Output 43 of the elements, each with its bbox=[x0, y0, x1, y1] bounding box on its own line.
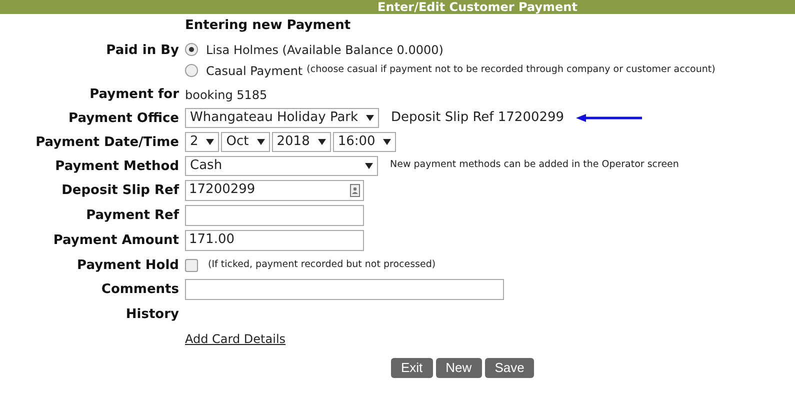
input-field[interactable]: 17200299 bbox=[185, 180, 364, 200]
field-label: Deposit Slip Ref bbox=[60, 182, 179, 200]
action-button[interactable]: Save bbox=[484, 358, 534, 378]
action-button[interactable]: New bbox=[436, 358, 482, 378]
field-label: Payment Date/Time bbox=[34, 134, 179, 152]
dropdown[interactable]: Cash bbox=[185, 156, 378, 176]
hint-text: (choose casual if payment not to be recorded through company or customer account) bbox=[306, 63, 716, 78]
radio-button[interactable] bbox=[185, 64, 198, 77]
field-label: Payment Office bbox=[68, 110, 179, 128]
field-label: Payment Amount bbox=[52, 232, 179, 250]
radio-label: Casual Payment bbox=[206, 62, 303, 80]
caret-icon bbox=[366, 114, 374, 120]
booking-text: booking 5185 bbox=[185, 86, 268, 104]
field-label: History bbox=[124, 306, 179, 324]
field-label: Payment Method bbox=[54, 158, 179, 176]
dropdown[interactable]: 16:00 bbox=[332, 132, 396, 152]
input-field[interactable] bbox=[185, 278, 504, 300]
add-card-link[interactable]: Add Card Details bbox=[185, 328, 286, 348]
radio-label: Lisa Holmes (Available Balance 0.0000) bbox=[206, 42, 444, 58]
field-label: Comments bbox=[100, 280, 179, 298]
deposit-slip-text: Deposit Slip Ref 17200299 bbox=[391, 108, 564, 127]
checkbox[interactable] bbox=[185, 258, 198, 272]
caret-icon bbox=[383, 138, 392, 144]
header-bar: Enter/Edit Customer Payment bbox=[0, 0, 795, 14]
caret-icon bbox=[318, 138, 326, 144]
form-heading: Entering new Payment bbox=[185, 17, 352, 35]
field-label: Payment Hold bbox=[76, 256, 179, 274]
caret-icon bbox=[206, 138, 214, 144]
action-button[interactable]: Exit bbox=[391, 358, 433, 378]
input-field[interactable]: 171.00 bbox=[185, 230, 364, 250]
hint-text: (If ticked, payment recorded but not processed) bbox=[208, 258, 436, 272]
field-label: Payment for bbox=[88, 86, 179, 104]
input-field[interactable] bbox=[185, 204, 364, 226]
dropdown[interactable]: Whangateau Holiday Park bbox=[185, 108, 380, 128]
caret-icon bbox=[365, 162, 373, 168]
dropdown[interactable]: Oct bbox=[221, 132, 270, 152]
field-label: Paid in By bbox=[105, 42, 179, 60]
radio-button[interactable] bbox=[185, 43, 198, 56]
field-label: Payment Ref bbox=[85, 206, 179, 224]
hint-text: New payment methods can be added in the Operator screen bbox=[390, 158, 679, 172]
dropdown[interactable]: 2018 bbox=[272, 132, 331, 152]
dropdown[interactable]: 2 bbox=[185, 132, 220, 152]
caret-icon bbox=[256, 138, 265, 144]
